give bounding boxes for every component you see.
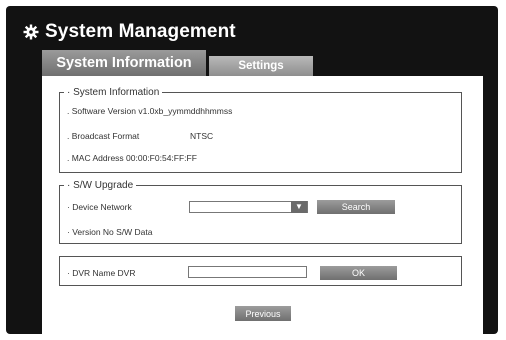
content-panel: · System Information . Software Version … (42, 76, 483, 334)
window-header: System Management (23, 19, 236, 45)
broadcast-format-value: NTSC (190, 131, 214, 141)
mac-address-text: . MAC Address 00:00:F0:54:FF:FF (67, 153, 197, 163)
window-title: System Management (45, 21, 236, 42)
ok-button[interactable]: OK (320, 266, 397, 280)
search-button[interactable]: Search (317, 200, 395, 214)
dvr-name-label: · DVR Name DVR (67, 268, 136, 278)
previous-button[interactable]: Previous (235, 306, 291, 321)
device-label: · Device Network (67, 202, 132, 212)
dvr-name-input[interactable] (188, 266, 307, 278)
sw-upgrade-legend: · S/W Upgrade (67, 180, 134, 191)
gear-icon (23, 24, 39, 40)
chevron-down-icon[interactable]: ▼ (291, 201, 307, 213)
tab-system-information[interactable]: System Information (42, 50, 206, 76)
software-version-text: . Software Version v1.0xb_yymmddhhmmss (67, 106, 233, 116)
tab-settings[interactable]: Settings (209, 56, 313, 76)
system-information-legend: · System Information (67, 87, 160, 98)
system-management-window: System Management System Information Set… (6, 6, 498, 334)
version-label: · Version No S/W Data (67, 227, 153, 237)
broadcast-format-label: . Broadcast Format (67, 131, 140, 141)
